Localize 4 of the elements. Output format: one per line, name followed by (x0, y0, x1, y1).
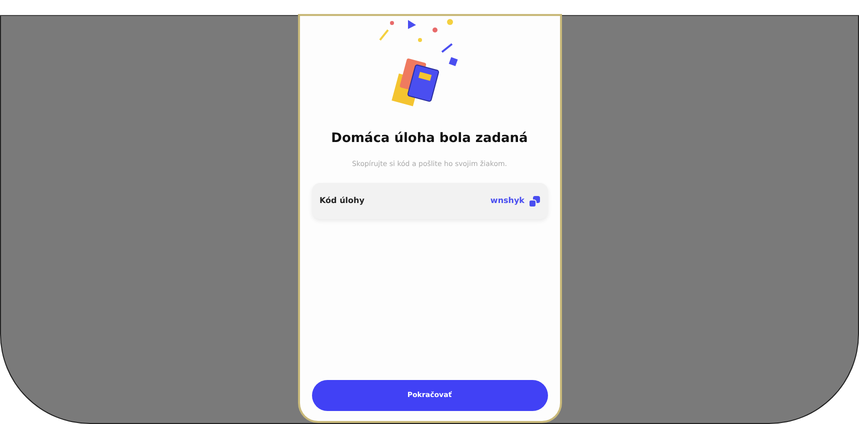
copy-icon (528, 196, 540, 206)
screen-title: Domáca úloha bola zadaná (331, 130, 528, 148)
code-label: Kód úlohy (320, 195, 364, 207)
copy-code-button[interactable]: wnshyk (490, 195, 540, 207)
